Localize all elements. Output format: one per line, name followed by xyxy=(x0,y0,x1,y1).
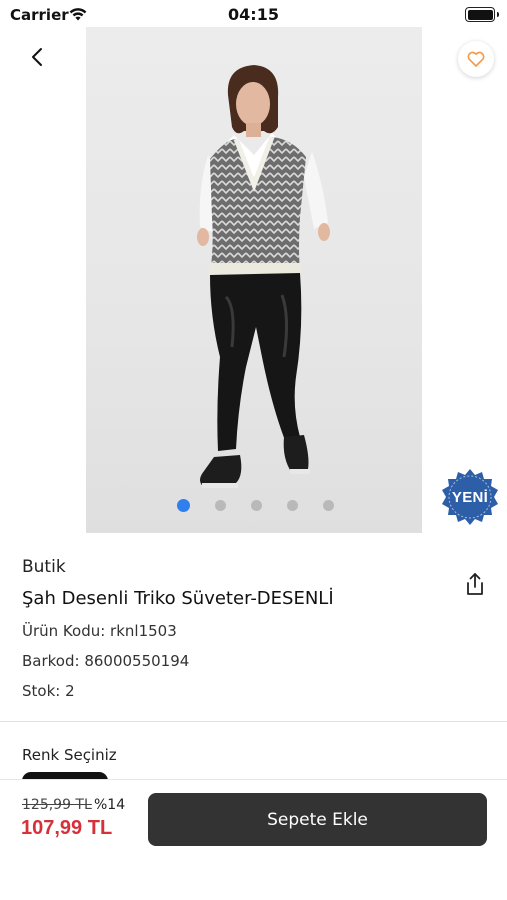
current-price: 107,99 TL xyxy=(21,817,113,839)
product-image[interactable] xyxy=(86,27,422,533)
carousel-dot[interactable] xyxy=(251,500,262,511)
share-icon xyxy=(467,573,483,595)
add-to-cart-button[interactable]: Sepete Ekle xyxy=(148,793,487,846)
favorite-button[interactable] xyxy=(458,41,494,77)
share-button[interactable] xyxy=(463,571,487,597)
heart-icon xyxy=(467,51,485,67)
product-stock: Stok: 2 xyxy=(22,682,75,700)
carousel-dot[interactable] xyxy=(287,500,298,511)
product-title: Şah Desenli Triko Süveter-DESENLİ xyxy=(22,588,334,609)
carousel-dot[interactable] xyxy=(215,500,226,511)
carousel-dot[interactable] xyxy=(177,499,190,512)
badge-label: YENİ xyxy=(451,488,489,506)
back-button[interactable] xyxy=(22,42,52,72)
battery-icon xyxy=(465,7,499,22)
product-photo xyxy=(197,65,330,488)
image-carousel-dots xyxy=(177,499,334,512)
discount-rate: %14 xyxy=(94,797,126,813)
status-bar: Carrier 04:15 xyxy=(0,0,507,30)
chevron-left-icon xyxy=(32,48,42,66)
product-barcode: Barkod: 86000550194 xyxy=(22,652,190,670)
section-divider xyxy=(0,721,507,722)
color-section-title: Renk Seçiniz xyxy=(22,746,117,764)
product-brand: Butik xyxy=(22,557,66,577)
status-time: 04:15 xyxy=(228,5,279,24)
product-code: Ürün Kodu: rknl1503 xyxy=(22,622,177,640)
carousel-dot[interactable] xyxy=(323,500,334,511)
old-price: 125,99 TL xyxy=(22,797,92,813)
new-badge: YENİ xyxy=(440,467,500,527)
